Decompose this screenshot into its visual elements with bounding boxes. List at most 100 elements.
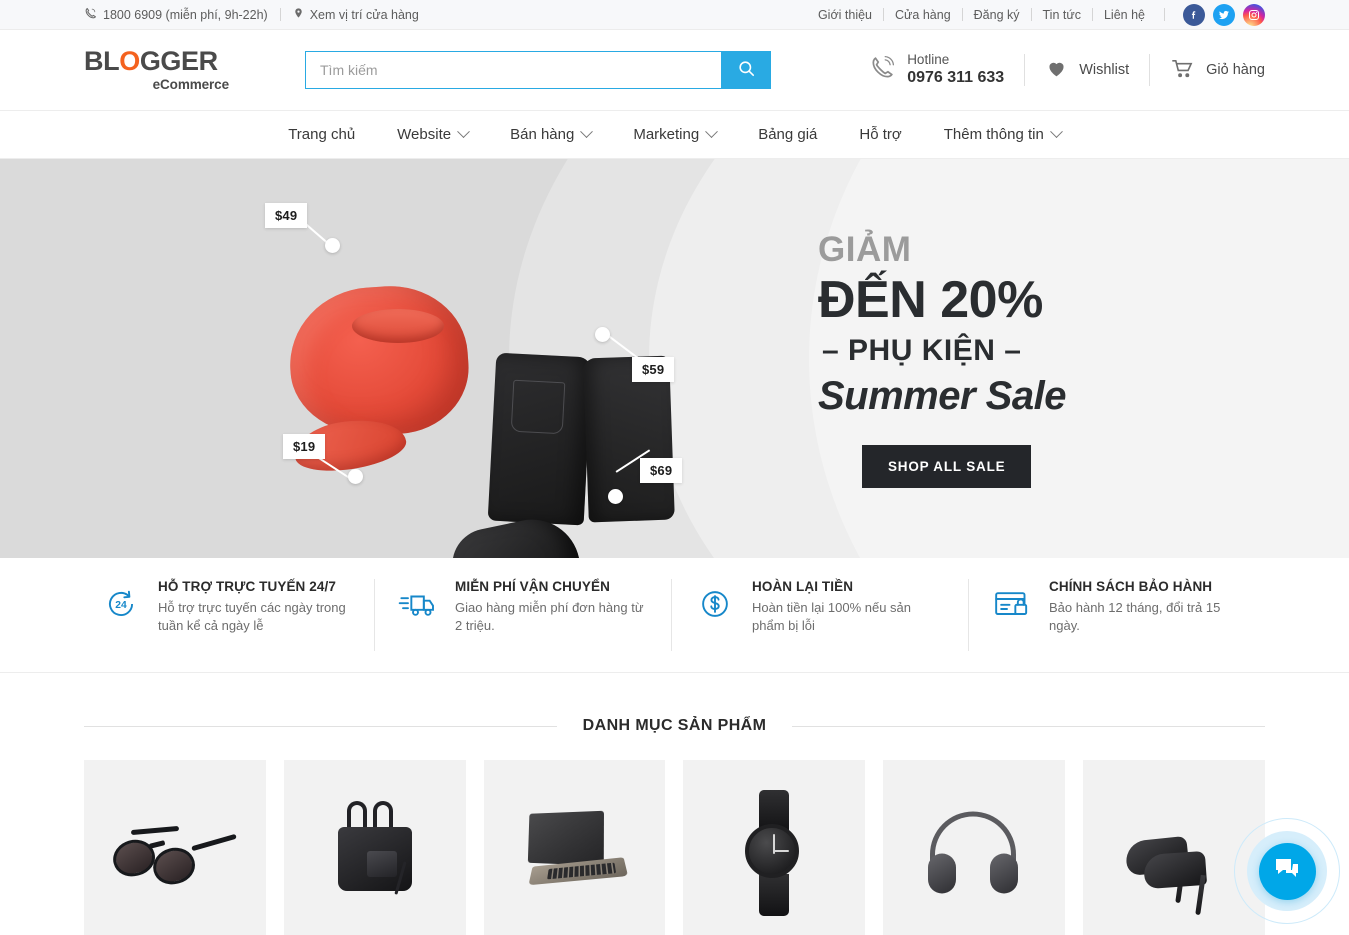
chat-button[interactable] [1258, 842, 1316, 900]
instagram-icon[interactable] [1243, 3, 1265, 26]
logo-part-1: BL [84, 46, 120, 76]
hotline-number: 0976 311 633 [907, 69, 1005, 87]
jeans-pocket [510, 379, 566, 435]
high-heels-image [1122, 805, 1226, 915]
logo-part-2: GGER [139, 46, 218, 76]
top-bar-right: Giới thiệu Cửa hàng Đăng ký Tin tức Liên… [818, 3, 1265, 26]
price-tag-dot-sweater[interactable] [325, 238, 340, 253]
topbar-link-tin-tuc[interactable]: Tin tức [1032, 8, 1092, 22]
search-input[interactable] [305, 51, 721, 89]
header-actions: Hotline 0976 311 633 Wishlist Giỏ hàng [869, 52, 1265, 89]
sunglasses-lens-right [149, 842, 199, 889]
sunglasses-arm-left [130, 825, 180, 835]
shop-all-sale-button[interactable]: SHOP ALL SALE [862, 445, 1032, 489]
hero-eyebrow: GIẢM [818, 230, 912, 269]
feature-text: HỖ TRỢ TRỰC TUYẾN 24/7 Hỗ trợ trực tuyến… [158, 579, 352, 636]
feature-title: MIỄN PHÍ VẬN CHUYỂN [455, 579, 610, 594]
nav-label: Marketing [633, 126, 700, 143]
feature-desc: Hoàn tiền lại 100% nếu sản phẩm bị lỗi [752, 600, 912, 634]
store-location-text: Xem vị trí cửa hàng [309, 7, 419, 22]
social-links [1183, 3, 1265, 26]
nav-item-website[interactable]: Website [376, 111, 489, 158]
chevron-down-icon [705, 125, 719, 139]
handbag-handle-right [372, 800, 393, 829]
chat-widget[interactable] [1233, 817, 1341, 925]
features-bar: 24 HỖ TRỢ TRỰC TUYẾN 24/7 Hỗ trợ trực tu… [0, 558, 1349, 673]
feature-desc: Hỗ trợ trực tuyến các ngày trong tuần kể… [158, 600, 346, 634]
price-tag-dot-jeans[interactable] [595, 327, 610, 342]
wishlist-button[interactable]: Wishlist [1045, 58, 1129, 83]
search-bar [305, 51, 771, 89]
search-button[interactable] [721, 51, 771, 89]
section-title: DANH MỤC SẢN PHẨM [582, 717, 767, 734]
price-tag-dot-beanie[interactable] [348, 469, 363, 484]
top-bar: 1800 6909 (miễn phí, 9h-22h) Xem vị trí … [0, 0, 1349, 30]
nav-item-ban-hang[interactable]: Bán hàng [489, 111, 612, 158]
category-card-handbag[interactable] [283, 760, 466, 935]
hero-product-photo: $49 $59 $19 $69 [0, 159, 700, 558]
nav-label: Bảng giá [758, 126, 818, 143]
phone-icon [869, 55, 895, 86]
nav-label: Hỗ trợ [859, 126, 902, 143]
hero-headline: ĐẾN 20% [818, 270, 1043, 329]
feature-money-back: HOÀN LẠI TIỀN Hoàn tiền lại 100% nếu sản… [672, 579, 969, 651]
section-rule-left [84, 725, 557, 727]
chevron-down-icon [1049, 125, 1063, 139]
store-location[interactable]: Xem vị trí cửa hàng [293, 6, 419, 23]
watch-image [739, 788, 809, 918]
feature-text: HOÀN LẠI TIỀN Hoàn tiền lại 100% nếu sản… [752, 579, 946, 636]
feature-desc: Giao hàng miễn phí đơn hàng từ 2 triệu. [455, 600, 644, 634]
price-tag-sweater[interactable]: $49 [265, 203, 308, 228]
category-grid [84, 760, 1265, 935]
nav-label: Thêm thông tin [943, 126, 1044, 143]
wishlist-label: Wishlist [1079, 62, 1130, 78]
sweater-collar [352, 309, 444, 343]
hero-text-block: GIẢM ĐẾN 20% – PHỤ KIỆN – Summer Sale SH… [818, 230, 1066, 489]
hotline-label: Hotline [907, 51, 950, 67]
headphones-earcup-left [928, 853, 957, 893]
nav-item-trang-chu[interactable]: Trang chủ [267, 111, 376, 158]
phone-info[interactable]: 1800 6909 (miễn phí, 9h-22h) [84, 7, 268, 23]
feature-title: HOÀN LẠI TIỀN [752, 579, 854, 594]
topbar-link-dang-ky[interactable]: Đăng ký [963, 8, 1031, 22]
watch-face [745, 823, 800, 878]
twitter-icon[interactable] [1213, 3, 1235, 26]
topbar-link-lien-he[interactable]: Liên hệ [1093, 8, 1156, 22]
nav-label: Website [397, 126, 452, 143]
svg-text:24: 24 [115, 600, 127, 611]
chat-bubble-icon [1274, 857, 1300, 886]
price-tag-boots[interactable]: $69 [640, 458, 683, 483]
section-rule-right [792, 725, 1265, 727]
topbar-link-gioi-thieu[interactable]: Giới thiệu [818, 8, 883, 22]
card-lock-icon [991, 583, 1033, 625]
sunglasses-image [105, 818, 245, 889]
category-card-sunglasses[interactable] [84, 760, 266, 935]
feature-text: MIỄN PHÍ VẬN CHUYỂN Giao hàng miễn phí đ… [455, 579, 649, 636]
site-logo[interactable]: BLOGGER eCommerce [84, 46, 229, 93]
category-card-headphones[interactable] [883, 760, 1066, 935]
handbag-handle-left [346, 800, 367, 829]
price-tag-jeans[interactable]: $59 [632, 357, 675, 382]
heart-icon [1045, 58, 1068, 83]
nav-item-ho-tro[interactable]: Hỗ trợ [838, 111, 922, 158]
laptop-screen [527, 810, 604, 866]
divider [1149, 54, 1151, 86]
category-card-laptop[interactable] [483, 760, 666, 935]
section-title-row: DANH MỤC SẢN PHẨM [84, 695, 1265, 757]
top-bar-left: 1800 6909 (miễn phí, 9h-22h) Xem vị trí … [84, 6, 419, 23]
watch-hand-hour [773, 849, 790, 852]
price-tag-dot-boots[interactable] [608, 489, 623, 504]
feature-desc: Bảo hành 12 tháng, đổi trả 15 ngày. [1049, 600, 1221, 634]
facebook-icon[interactable] [1183, 3, 1205, 26]
hotline-block[interactable]: Hotline 0976 311 633 [869, 52, 1004, 89]
nav-item-marketing[interactable]: Marketing [612, 111, 737, 158]
topbar-link-cua-hang[interactable]: Cửa hàng [884, 8, 962, 22]
chevron-down-icon [457, 125, 470, 139]
category-card-watch[interactable] [683, 760, 866, 935]
price-tag-beanie[interactable]: $19 [283, 434, 326, 459]
nav-item-bang-gia[interactable]: Bảng giá [737, 111, 838, 158]
logo-tagline: eCommerce [152, 77, 229, 92]
cart-button[interactable]: Giỏ hàng [1170, 57, 1265, 84]
feature-text: CHÍNH SÁCH BẢO HÀNH Bảo hành 12 tháng, đ… [1049, 579, 1243, 636]
nav-item-them-thong-tin[interactable]: Thêm thông tin [923, 111, 1082, 158]
